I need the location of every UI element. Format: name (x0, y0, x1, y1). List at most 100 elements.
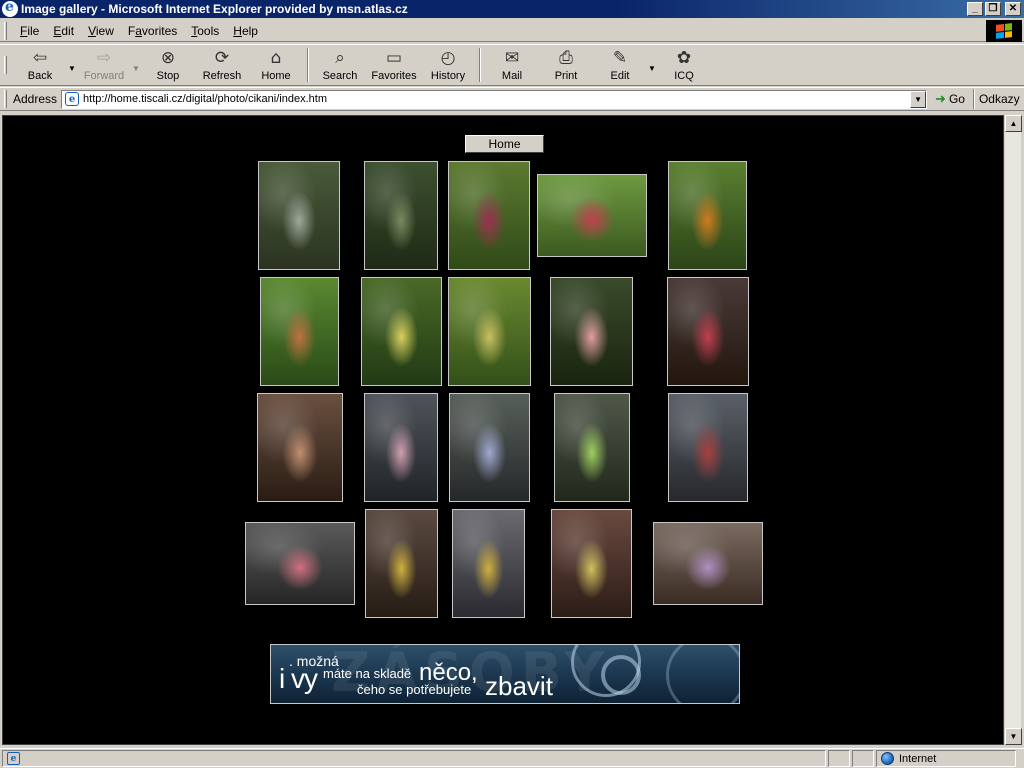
address-field[interactable]: e ▼ (61, 89, 928, 109)
menu-view[interactable]: View (81, 24, 121, 38)
toolbar-separator (479, 48, 481, 82)
title-bar: Image gallery - Microsoft Internet Explo… (0, 0, 1024, 18)
banner-text-i-vy: i vy (279, 663, 318, 694)
search-button[interactable]: ⌕ Search (313, 45, 367, 85)
banner-circle-decor (601, 655, 641, 695)
photo-girls-playing[interactable] (554, 393, 630, 502)
refresh-icon: ⟳ (214, 48, 230, 68)
history-icon: ◴ (440, 48, 456, 68)
address-dropdown-button[interactable]: ▼ (910, 90, 927, 108)
refresh-button[interactable]: ⟳ Refresh (195, 45, 249, 85)
home-toolbar-button[interactable]: ⌂ Home (249, 45, 303, 85)
menu-tools[interactable]: Tools (184, 24, 226, 38)
close-button[interactable]: ✕ (1005, 2, 1021, 16)
photo-park-path[interactable] (258, 161, 340, 270)
stop-button[interactable]: ⊗ Stop (141, 45, 195, 85)
photo-girls-building[interactable] (551, 509, 632, 618)
go-button[interactable]: ➜ Go (935, 91, 965, 107)
security-zone-label: Internet (899, 752, 937, 765)
menu-edit[interactable]: Edit (46, 24, 81, 38)
icq-flower-icon: ✿ (676, 48, 692, 68)
menu-grip[interactable] (4, 21, 7, 40)
toolbar-separator (307, 48, 309, 82)
back-dropdown[interactable]: ▼ (67, 45, 77, 85)
photo-child-grass-1[interactable] (448, 161, 530, 270)
stop-label: Stop (156, 70, 180, 82)
photo-kids-field[interactable] (361, 277, 442, 386)
scroll-down-button[interactable]: ▼ (1005, 728, 1022, 745)
favorites-label: Favorites (371, 70, 417, 82)
photo-group-street[interactable] (245, 522, 355, 605)
mail-button[interactable]: ✉ Mail (485, 45, 539, 85)
address-grip[interactable] (4, 90, 7, 108)
banner-circle-decor (666, 645, 739, 703)
go-arrow-icon: ➜ (935, 91, 946, 106)
photo-girl-stroller[interactable] (364, 393, 438, 502)
restore-button[interactable]: ❐ (985, 2, 1001, 16)
home-icon: ⌂ (270, 48, 282, 68)
edit-label: Edit (610, 70, 630, 82)
print-button[interactable]: ⎙ Print (539, 45, 593, 85)
photo-car-street[interactable] (668, 393, 748, 502)
photo-girl-dress[interactable] (550, 277, 633, 386)
scroll-up-button[interactable]: ▲ (1005, 115, 1022, 132)
photo-child-flowers[interactable] (448, 277, 531, 386)
forward-label: Forward (83, 70, 125, 82)
print-label: Print (554, 70, 578, 82)
ie-logo-icon[interactable] (2, 0, 18, 17)
photo-two-girls-2[interactable] (452, 509, 525, 618)
globe-icon (881, 752, 894, 765)
stop-icon: ⊗ (160, 48, 176, 68)
edit-icon: ✎ (612, 48, 628, 68)
photo-child-grass-2[interactable] (537, 174, 647, 257)
status-page-icon: e (7, 752, 20, 765)
banner-text-mate-na-sklade: máte na skladě (323, 666, 412, 681)
windows-logo-icon (986, 20, 1022, 42)
favorites-button[interactable]: ▭ Favorites (367, 45, 421, 85)
vertical-scrollbar[interactable]: ▲ ▼ (1004, 115, 1022, 745)
home-label: Home (261, 70, 291, 82)
photo-girl-portrait[interactable] (257, 393, 343, 502)
address-input[interactable] (83, 93, 904, 105)
back-label: Back (27, 70, 53, 82)
edit-button[interactable]: ✎ Edit (593, 45, 647, 85)
toolbar-grip[interactable] (4, 56, 7, 74)
page-content: Home ZÁSOBY . možná i vy máte na skladě … (2, 115, 1004, 745)
menu-bar: File Edit View Favorites Tools Help (0, 20, 1024, 42)
links-button[interactable]: Odkazy (979, 92, 1020, 106)
menu-help[interactable]: Help (226, 24, 265, 38)
go-label: Go (948, 92, 965, 106)
menu-file[interactable]: File (13, 24, 46, 38)
home-link-button[interactable]: Home (465, 135, 544, 153)
forward-dropdown[interactable]: ▼ (131, 45, 141, 85)
photo-two-girls-1[interactable] (365, 509, 438, 618)
photo-two-kids-1[interactable] (668, 161, 747, 270)
status-cell (828, 750, 850, 767)
icq-button[interactable]: ✿ ICQ (657, 45, 711, 85)
search-icon: ⌕ (335, 48, 345, 68)
back-arrow-icon: ⇦ (32, 48, 48, 68)
mail-icon: ✉ (504, 48, 520, 68)
photo-mother-child[interactable] (667, 277, 749, 386)
favorites-folder-icon: ▭ (385, 48, 403, 68)
zasoby-banner[interactable]: ZÁSOBY . možná i vy máte na skladě něco,… (270, 644, 740, 704)
forward-button[interactable]: ⇨ Forward (77, 45, 131, 85)
refresh-label: Refresh (202, 70, 242, 82)
standard-toolbar: ⇦ Back ▼ ⇨ Forward ▼ ⊗ Stop ⟳ Refresh ⌂ … (0, 44, 1024, 86)
photo-kids-street[interactable] (449, 393, 530, 502)
photo-two-kids-2[interactable] (260, 277, 339, 386)
history-button[interactable]: ◴ History (421, 45, 475, 85)
menu-favorites[interactable]: Favorites (121, 24, 184, 38)
banner-text-zbavit: zbavit (485, 671, 553, 701)
photo-group-kids[interactable] (653, 522, 763, 605)
mail-label: Mail (501, 70, 523, 82)
browser-window: Image gallery - Microsoft Internet Explo… (0, 0, 1024, 768)
banner-text-ceho: čeho se potřebujete (357, 682, 472, 697)
edit-dropdown[interactable]: ▼ (647, 45, 657, 85)
forward-arrow-icon: ⇨ (96, 48, 112, 68)
minimize-button[interactable]: _ (967, 2, 983, 16)
photo-tree-alley[interactable] (364, 161, 438, 270)
status-bar: e Internet (0, 748, 1024, 768)
window-title: Image gallery - Microsoft Internet Explo… (21, 2, 408, 16)
back-button[interactable]: ⇦ Back (13, 45, 67, 85)
